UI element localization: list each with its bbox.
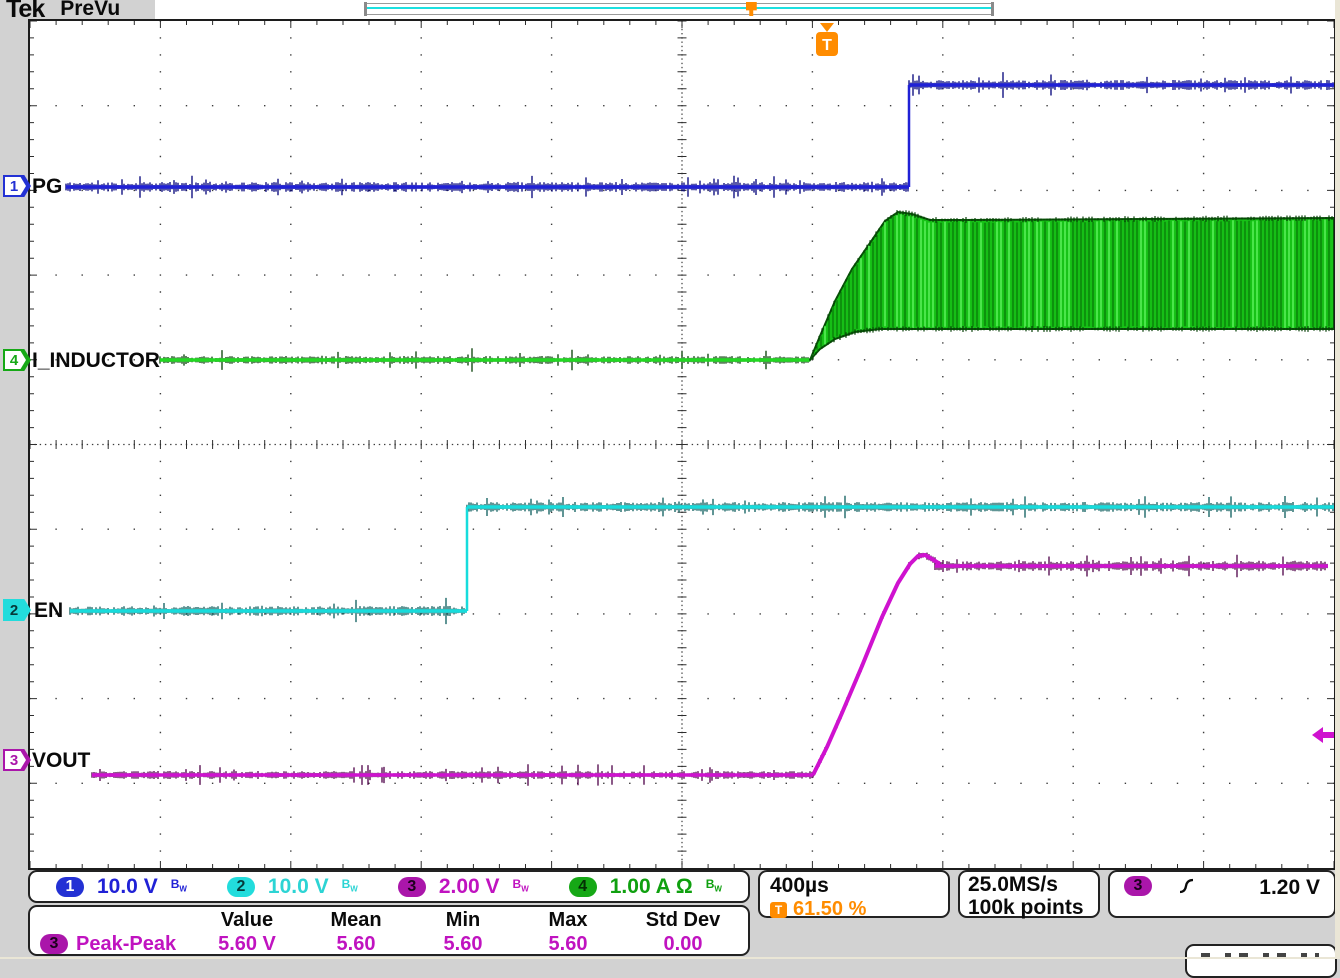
channel-3-scale: 2.00 V [439, 875, 500, 899]
measurement-value: 5.60 [300, 933, 412, 956]
sample-rate: 25.0MS/s [968, 873, 1090, 896]
bandwidth-limit-icon: BW [342, 879, 358, 894]
channel-4-badge: 4 [569, 877, 597, 897]
record-bar-trigger-marker-icon [746, 2, 757, 16]
channel-readout-bar: 1 10.0 V BW 2 10.0 V BW 3 2.00 V BW 4 1.00 A Ω BW [28, 870, 750, 903]
trace-label-i_inductor: I_INDUCTOR [32, 349, 160, 372]
waveform-ch1-pg [66, 72, 1334, 198]
trigger-level: 1.20 V [1259, 876, 1320, 900]
measurement-header: Value [194, 909, 300, 932]
timebase-readout: 400µs T 61.50 % [758, 870, 950, 918]
record-view-bar [367, 3, 991, 15]
trigger-position-readout: T 61.50 % [770, 898, 938, 921]
svg-text:T: T [822, 37, 832, 54]
trigger-position-value: 61.50 % [793, 898, 866, 921]
acquisition-mode-label: PreVu [60, 0, 120, 21]
channel-2-readout: 2 10.0 V BW [227, 875, 358, 899]
bandwidth-limit-icon: BW [706, 879, 722, 894]
measurement-header: Mean [300, 909, 412, 932]
channel-2-scale: 10.0 V [268, 875, 329, 899]
measurement-value: 5.60 V [194, 933, 300, 956]
trigger-source-badge: 3 [1124, 876, 1152, 896]
channel-4-scale: 1.00 A Ω [610, 875, 693, 899]
channel-1-scale: 10.0 V [97, 875, 158, 899]
oscilloscope-screen: { "header": { "logo": "Tek", "acq_mode":… [0, 0, 1340, 959]
acquisition-readout: 25.0MS/s 100k points [958, 870, 1100, 918]
channel-2-badge: 2 [227, 877, 255, 897]
record-bar-window [367, 7, 991, 9]
tek-logo: Tek [6, 0, 44, 24]
measurement-value: 5.60 [514, 933, 622, 956]
measurement-source-badge: 3 [40, 934, 68, 954]
channel-4-readout: 4 1.00 A Ω BW [569, 875, 722, 899]
graticule-grid [30, 21, 1334, 868]
channel-4-position-marker: 4 [3, 349, 31, 371]
measurement-header: Max [514, 909, 622, 932]
trigger-position-pennant: T [816, 23, 838, 56]
channel-1-position-marker: 1 [3, 175, 31, 197]
channel-1-readout: 1 10.0 V BW [56, 875, 187, 899]
channel-1-badge: 1 [56, 877, 84, 897]
record-length: 100k points [968, 896, 1090, 919]
clipped-datetime-box [1185, 944, 1337, 978]
bandwidth-limit-icon: BW [513, 879, 529, 894]
record-bar-left-bracket [364, 2, 367, 16]
waveform-ch2-en [70, 496, 1334, 624]
bandwidth-limit-icon: BW [171, 879, 187, 894]
channel-3-readout: 3 2.00 V BW [398, 875, 529, 899]
trace-label-en: EN [34, 599, 63, 622]
channel-2-position-marker: 2 [3, 599, 31, 621]
measurement-table: ValueMeanMinMaxStd Dev3Peak-Peak5.60 V5.… [28, 905, 750, 956]
rising-edge-icon [1178, 877, 1196, 895]
measurement-header: Min [412, 909, 514, 932]
trace-label-pg: PG [32, 175, 62, 198]
waveform-plot: T PG I_INDUCTOR EN VOUT [30, 21, 1334, 868]
measurement-header: Std Dev [622, 909, 744, 932]
header: Tek PreVu [6, 0, 120, 21]
trace-label-vout: VOUT [32, 749, 91, 772]
measurement-value: 0.00 [622, 933, 744, 956]
channel-3-badge: 3 [398, 877, 426, 897]
channel-3-position-marker: 3 [3, 749, 31, 771]
bezel-edge-right [1335, 0, 1340, 959]
measurement-value: 5.60 [412, 933, 514, 956]
graticule-display: T PG I_INDUCTOR EN VOUT [28, 19, 1336, 870]
waveform-ch4-inductor [160, 210, 1334, 372]
trigger-level-arrow [1312, 727, 1334, 743]
measurement-row-label: 3Peak-Peak [34, 933, 194, 956]
timebase-scale: 400µs [770, 874, 938, 898]
trigger-readout: 3 1.20 V [1108, 870, 1336, 918]
waveform-ch3-vout [92, 553, 1328, 786]
record-bar-right-bracket [991, 2, 994, 16]
trigger-position-icon: T [770, 902, 787, 918]
